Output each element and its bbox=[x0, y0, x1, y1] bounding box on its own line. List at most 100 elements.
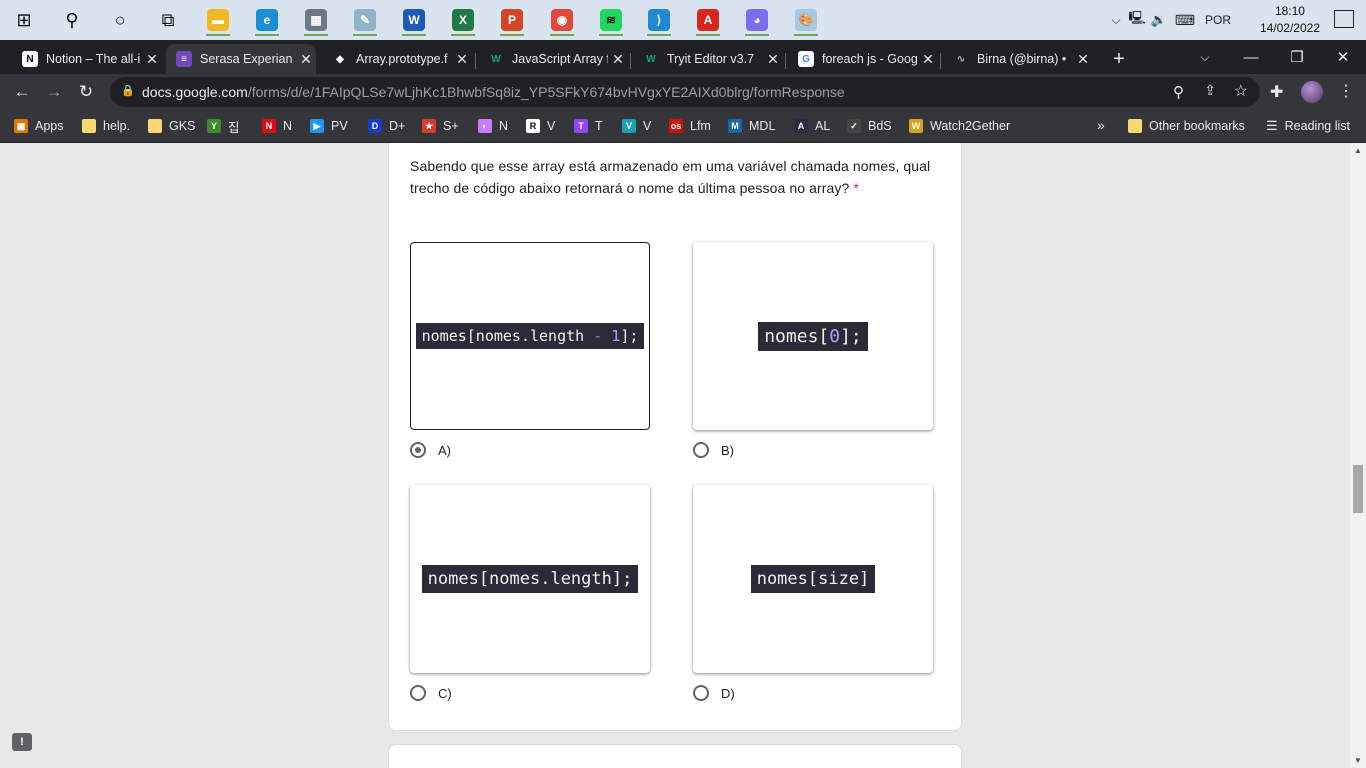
acrobat-icon[interactable]: A bbox=[692, 4, 724, 36]
chrome-icon[interactable]: ◉ bbox=[546, 4, 578, 36]
volume-icon[interactable]: 🔉 bbox=[1148, 12, 1170, 28]
notepad-icon[interactable]: ✎ bbox=[349, 4, 381, 36]
bookmark-item[interactable]: A AL bbox=[794, 116, 830, 136]
running-indicator bbox=[353, 34, 377, 36]
back-button[interactable]: ← bbox=[8, 78, 36, 106]
discord-icon[interactable]: ◕ bbox=[741, 4, 773, 36]
bookmark-item[interactable]: Y집 bbox=[207, 116, 240, 136]
zoom-icon[interactable]: ⚲ bbox=[1173, 83, 1184, 101]
bookmark-favicon-icon: M bbox=[728, 119, 742, 133]
tab-close-icon[interactable]: ✕ bbox=[918, 51, 938, 68]
browser-tab[interactable]: ◆ Array.prototype.f ✕ bbox=[322, 44, 472, 74]
chevron-up-icon[interactable]: ⌵ bbox=[1106, 13, 1126, 28]
windows-start-icon[interactable]: ⊞ bbox=[8, 4, 40, 36]
search-icon[interactable]: ⚲ bbox=[56, 4, 88, 36]
option-b-radio-row[interactable]: B) bbox=[693, 442, 734, 458]
profile-avatar[interactable] bbox=[1301, 81, 1323, 103]
forward-button[interactable]: → bbox=[40, 78, 68, 106]
bookmark-item[interactable]: W Watch2Gether bbox=[909, 116, 1010, 136]
spotify-icon[interactable]: ≋ bbox=[595, 4, 627, 36]
browser-tab[interactable]: N Notion – The all-i ✕ bbox=[12, 44, 162, 74]
bookmark-favicon-icon: ★ bbox=[422, 119, 436, 133]
bookmark-star-icon[interactable]: ☆ bbox=[1234, 81, 1248, 101]
task-view-icon[interactable]: ⧉ bbox=[152, 4, 184, 36]
option-a-radio-row[interactable]: A) bbox=[410, 442, 451, 458]
tab-close-icon[interactable]: ✕ bbox=[452, 51, 472, 68]
address-bar[interactable]: 🔒 docs.google.com/forms/d/e/1FAIpQLSe7wL… bbox=[110, 77, 1260, 107]
bookmark-item[interactable]: ◐ N bbox=[478, 116, 508, 136]
reload-button[interactable]: ↻ bbox=[72, 78, 100, 106]
tab-favicon-icon: ∿ bbox=[953, 51, 969, 67]
browser-tab[interactable]: ∿ Birna (@birna) • ✕ bbox=[943, 44, 1093, 74]
bookmark-label: N bbox=[283, 119, 293, 133]
tab-separator bbox=[785, 53, 786, 69]
browser-tab[interactable]: W JavaScript Array f ✕ bbox=[478, 44, 628, 74]
paint-icon[interactable]: 🎨 bbox=[790, 4, 822, 36]
option-c-image[interactable]: nomes[nomes.length]; bbox=[410, 485, 650, 673]
scroll-up-arrow[interactable]: ▲ bbox=[1350, 146, 1366, 155]
calculator-icon[interactable]: ▦ bbox=[300, 4, 332, 36]
browser-tab[interactable]: W Tryit Editor v3.7 ✕ bbox=[633, 44, 783, 74]
option-d-radio-row[interactable]: D) bbox=[693, 685, 735, 701]
bookmark-item[interactable]: VV bbox=[622, 116, 651, 136]
new-tab-button[interactable]: + bbox=[1106, 46, 1132, 72]
network-icon[interactable]: 🖳 bbox=[1126, 9, 1148, 31]
tab-close-icon[interactable]: ✕ bbox=[1073, 51, 1093, 68]
tab-close-icon[interactable]: ✕ bbox=[142, 51, 162, 68]
bookmark-item[interactable]: ▶ PV bbox=[310, 116, 348, 136]
language-indicator[interactable]: POR bbox=[1200, 13, 1236, 27]
tab-close-icon[interactable]: ✕ bbox=[296, 51, 316, 68]
more-bookmarks-icon[interactable]: » bbox=[1097, 117, 1105, 133]
notifications-icon[interactable] bbox=[1334, 10, 1354, 28]
keyboard-icon[interactable]: ⌨ bbox=[1170, 12, 1200, 29]
tab-favicon-icon: ◆ bbox=[332, 51, 348, 67]
option-d-image[interactable]: nomes[size] bbox=[693, 485, 933, 673]
chrome-menu-icon[interactable]: ⋮ bbox=[1338, 81, 1354, 101]
bookmark-item[interactable]: ▦ Apps bbox=[14, 116, 64, 136]
share-icon[interactable]: ⇪ bbox=[1204, 82, 1216, 99]
file-explorer-icon[interactable]: ▬ bbox=[202, 4, 234, 36]
scroll-down-arrow[interactable]: ▼ bbox=[1350, 756, 1366, 765]
browser-tab[interactable]: Gforeach js - Goog ✕ bbox=[788, 44, 938, 74]
powerpoint-icon[interactable]: P bbox=[496, 4, 528, 36]
clock[interactable]: 18:10 14/02/2022 bbox=[1260, 3, 1320, 37]
word-icon[interactable]: W bbox=[398, 4, 430, 36]
browser-tab[interactable]: ≡ Serasa Experian T ✕ bbox=[166, 44, 316, 74]
extensions-icon[interactable]: ✚ bbox=[1270, 82, 1283, 102]
option-c-radio[interactable] bbox=[410, 685, 426, 701]
bookmark-item[interactable]: ★ S+ bbox=[422, 116, 459, 136]
url-text[interactable]: docs.google.com/forms/d/e/1FAIpQLSe7wLjh… bbox=[142, 84, 845, 100]
minimize-button[interactable]: — bbox=[1228, 40, 1274, 74]
bookmark-item[interactable]: TT bbox=[574, 116, 603, 136]
cortana-icon[interactable]: ○ bbox=[104, 4, 136, 36]
bookmark-favicon-icon bbox=[148, 119, 162, 133]
tab-close-icon[interactable]: ✕ bbox=[608, 51, 628, 68]
option-d-radio[interactable] bbox=[693, 685, 709, 701]
bookmark-item[interactable]: D D+ bbox=[368, 116, 405, 136]
vscode-icon[interactable]: ⟩ bbox=[643, 4, 675, 36]
bookmark-item[interactable]: M MDL bbox=[728, 116, 775, 136]
bookmark-item[interactable]: ✓ BdS bbox=[847, 116, 892, 136]
bookmark-item[interactable]: os Lfm bbox=[669, 116, 711, 136]
bookmark-item[interactable]: GKS bbox=[148, 116, 195, 136]
option-b-image[interactable]: nomes[0]; bbox=[693, 242, 933, 430]
lock-icon[interactable]: 🔒 bbox=[121, 84, 135, 97]
option-c-radio-row[interactable]: C) bbox=[410, 685, 452, 701]
page-scrollbar[interactable]: ▲ ▼ bbox=[1350, 143, 1366, 768]
bookmark-item[interactable]: RV bbox=[526, 116, 555, 136]
feedback-icon[interactable]: ! bbox=[12, 733, 32, 751]
restore-button[interactable]: ❐ bbox=[1274, 40, 1320, 74]
tab-close-icon[interactable]: ✕ bbox=[763, 51, 783, 68]
close-window-button[interactable]: ✕ bbox=[1320, 40, 1366, 74]
other-bookmarks-folder[interactable]: Other bookmarks bbox=[1128, 116, 1245, 136]
bookmark-item[interactable]: NN bbox=[262, 116, 292, 136]
excel-icon[interactable]: X bbox=[447, 4, 479, 36]
bookmark-item[interactable]: help. bbox=[82, 116, 130, 136]
option-a-radio[interactable] bbox=[410, 442, 426, 458]
reading-list-button[interactable]: ☰ Reading list bbox=[1266, 116, 1350, 136]
edge-icon[interactable]: e bbox=[251, 4, 283, 36]
tab-search-button[interactable]: ⌵ bbox=[1192, 46, 1218, 68]
scroll-thumb[interactable] bbox=[1353, 465, 1363, 513]
option-b-radio[interactable] bbox=[693, 442, 709, 458]
option-a-image[interactable]: nomes[nomes.length - 1]; bbox=[410, 242, 650, 430]
